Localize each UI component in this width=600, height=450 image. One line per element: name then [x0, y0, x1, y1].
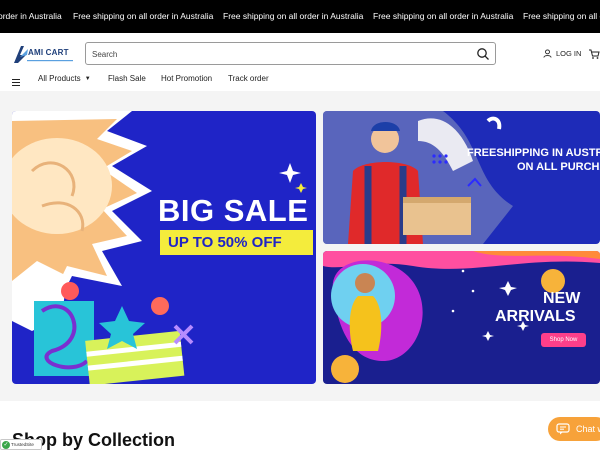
free-shipping-line2: ON ALL PURCHA	[517, 161, 600, 173]
chat-button[interactable]: Chat w	[548, 417, 600, 441]
announcement-text: order in Australia	[0, 11, 62, 21]
login-link[interactable]: LOG IN	[543, 47, 581, 59]
announcement-bar: order in Australia Free shipping on all …	[0, 0, 600, 33]
nav-item-hot-promotion[interactable]: Hot Promotion	[161, 74, 212, 83]
chat-icon	[556, 423, 570, 435]
trusted-site-badge[interactable]: ✓ TrustedSite	[0, 439, 42, 450]
big-sale-headline: BIG SALE	[158, 193, 309, 228]
chevron-down-icon: ▼	[84, 75, 91, 82]
free-shipping-line1: FREESHIPPING IN AUSTR	[467, 147, 600, 159]
new-arrivals-banner[interactable]: NEW ARRIVALS Shop Now	[323, 251, 600, 384]
search-button[interactable]	[475, 46, 491, 62]
hamburger-icon	[12, 79, 20, 86]
offer-text: UP TO 50% OFF	[168, 234, 282, 251]
shop-now-button[interactable]: Shop Now	[541, 333, 586, 347]
nav-item-track-order[interactable]: Track order	[228, 74, 269, 83]
search-input[interactable]	[92, 47, 452, 61]
offer-badge: UP TO 50% OFF	[160, 230, 313, 255]
announcement-text: Free shipping on all order in Australia	[73, 11, 214, 21]
site-header: AMI CART LOG IN	[0, 33, 600, 91]
logo-text: AMI CART	[28, 48, 69, 57]
menu-button[interactable]	[12, 74, 22, 86]
nav-item-all-products[interactable]: All Products ▼	[38, 74, 91, 83]
announcement-text: Free shipping on all order in Australia	[373, 11, 514, 21]
trusted-site-label: TrustedSite	[11, 442, 34, 447]
new-arrivals-line1: NEW	[543, 290, 581, 307]
new-arrivals-line2: ARRIVALS	[495, 308, 576, 325]
cart-icon	[589, 49, 600, 59]
chat-label: Chat w	[576, 424, 600, 434]
search-icon	[477, 48, 489, 60]
login-label: LOG IN	[556, 48, 582, 58]
big-sale-banner[interactable]: BIG SALE UP TO 50% OFF	[12, 111, 316, 384]
check-icon: ✓	[2, 440, 10, 449]
announcement-text: Free shipping on all order in Australia	[523, 11, 600, 21]
cart-button[interactable]	[588, 47, 600, 59]
free-shipping-banner[interactable]: FREESHIPPING IN AUSTR ON ALL PURCHA	[323, 111, 600, 244]
free-shipping-artwork	[323, 111, 513, 244]
search-bar	[85, 42, 496, 65]
user-icon	[543, 48, 552, 58]
nav-item-flash-sale[interactable]: Flash Sale	[108, 74, 146, 83]
main-nav: All Products ▼ Flash Sale Hot Promotion T…	[0, 71, 600, 89]
announcement-text: Free shipping on all order in Australia	[223, 11, 364, 21]
nav-item-label: All Products	[38, 74, 81, 83]
